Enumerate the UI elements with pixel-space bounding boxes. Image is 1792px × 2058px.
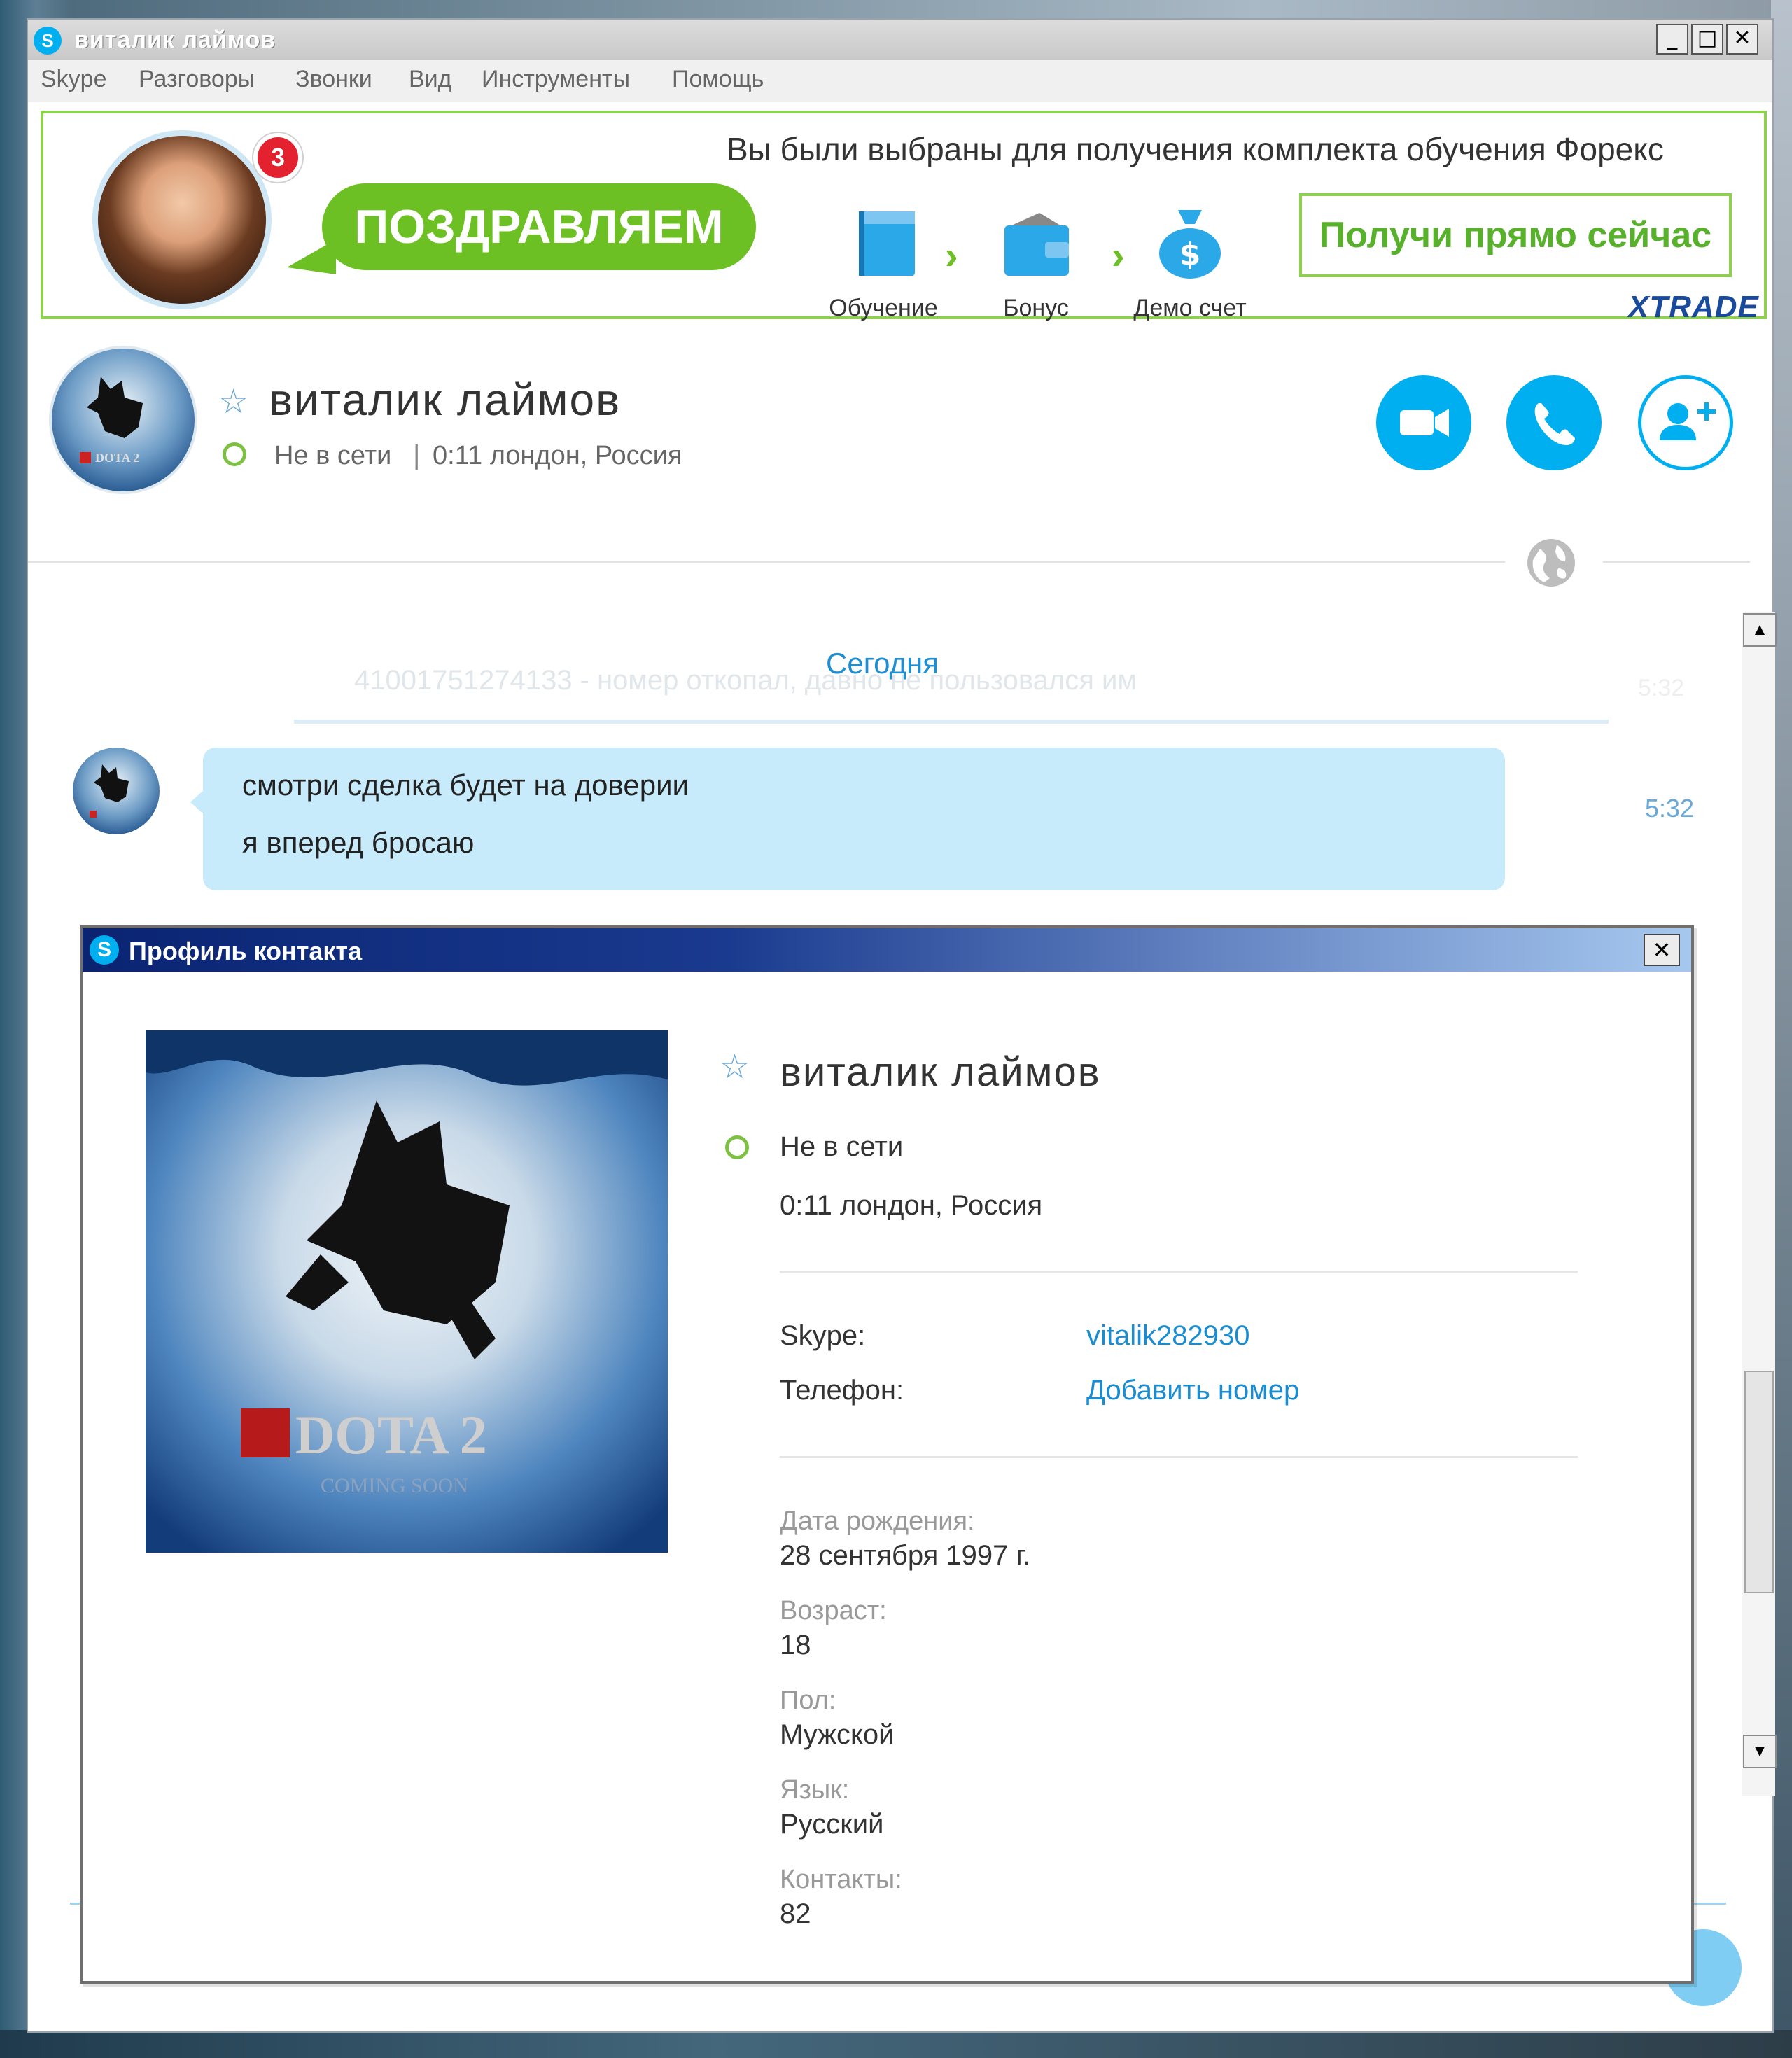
- menu-conversations[interactable]: Разговоры: [139, 66, 255, 93]
- contact-avatar[interactable]: DOTA 2: [52, 349, 195, 491]
- ad-step-bonus: Бонус: [966, 204, 1106, 322]
- menu-calls[interactable]: Звонки: [295, 66, 372, 93]
- ad-arrow-1: ›: [945, 233, 958, 277]
- menu-view[interactable]: Вид: [409, 66, 452, 93]
- language-value: Русский: [780, 1809, 884, 1840]
- scroll-up-button[interactable]: ▲: [1743, 613, 1777, 647]
- age-label: Возраст:: [780, 1596, 887, 1625]
- message-line-1: смотри сделка будет на доверии: [242, 769, 690, 802]
- age-value: 18: [780, 1630, 811, 1660]
- contacts-value: 82: [780, 1898, 811, 1929]
- phone-icon: [1534, 403, 1575, 445]
- faded-message-time: 5:32: [1638, 675, 1685, 701]
- message-bubble-tail: [190, 790, 204, 815]
- birthdate-value: 28 сентября 1997 г.: [780, 1540, 1031, 1571]
- svg-text:$: $: [1180, 237, 1201, 272]
- birthdate-label: Дата рождения:: [780, 1506, 975, 1536]
- profile-location: 0:11 лондон, Россия: [780, 1190, 1043, 1221]
- video-call-button[interactable]: [1376, 375, 1471, 470]
- menu-skype[interactable]: Skype: [41, 66, 107, 93]
- dota-small-avatar: [73, 748, 160, 834]
- title-bar[interactable]: S виталик лаймов _ □ ✕: [28, 20, 1772, 61]
- contact-status: Не в сети: [274, 441, 392, 470]
- message-time: 5:32: [1645, 794, 1695, 822]
- skype-dialog-icon: S: [90, 935, 119, 965]
- favorite-star-icon[interactable]: ☆: [218, 382, 248, 421]
- ad-woman-photo: [92, 130, 272, 309]
- add-contact-button[interactable]: [1638, 375, 1733, 470]
- gender-label: Пол:: [780, 1686, 836, 1715]
- dota-profile-image: DOTA 2 COMING SOON: [146, 1030, 668, 1553]
- profile-image-subtitle: COMING SOON: [321, 1474, 468, 1497]
- ad-notification-badge: 3: [253, 133, 302, 182]
- maximize-button[interactable]: □: [1691, 24, 1723, 55]
- dialog-title-bar[interactable]: S Профиль контакта ✕: [83, 928, 1691, 972]
- ad-headline: Вы были выбраны для получения комплекта …: [727, 131, 1664, 167]
- message-avatar[interactable]: [73, 748, 160, 834]
- contacts-label: Контакты:: [780, 1865, 902, 1894]
- message-line-2: я вперед бросаю: [242, 826, 475, 859]
- profile-name: виталик лаймов: [780, 1049, 1101, 1095]
- dialog-title: Профиль контакта: [129, 937, 363, 965]
- add-person-icon: [1660, 402, 1716, 440]
- header-divider-right: [1603, 561, 1750, 563]
- dota-avatar-image: DOTA 2: [52, 349, 195, 491]
- profile-favorite-star-icon[interactable]: ☆: [720, 1047, 750, 1086]
- book-icon: [859, 211, 915, 276]
- contact-name: виталик лаймов: [269, 374, 622, 425]
- faded-message-text: 41001751274133 - номер откопал, давно не…: [354, 665, 1137, 696]
- svg-text:DOTA 2: DOTA 2: [95, 451, 139, 465]
- profile-status-offline-icon: [725, 1135, 749, 1159]
- status-offline-icon: [223, 442, 246, 466]
- ad-brand-logo: XTRADE: [1628, 290, 1759, 324]
- faded-message: 41001751274133 - номер откопал, давно не…: [294, 650, 1609, 724]
- chat-scrollbar[interactable]: [1742, 612, 1775, 1796]
- window-title: виталик лаймов: [74, 27, 276, 53]
- ad-banner[interactable]: 3 ПОЗДРАВЛЯЕМ Вы были выбраны для получе…: [41, 111, 1767, 324]
- minimize-button[interactable]: _: [1656, 24, 1688, 55]
- skype-id-link[interactable]: vitalik282930: [1086, 1320, 1250, 1352]
- globe-icon[interactable]: [1525, 536, 1578, 589]
- contact-location: 0:11 лондон, Россия: [433, 441, 682, 470]
- status-separator: |: [413, 440, 421, 470]
- profile-photo: DOTA 2 COMING SOON: [146, 1030, 668, 1553]
- ad-step-training: Обучение: [813, 204, 953, 322]
- language-label: Язык:: [780, 1775, 850, 1805]
- ad-step-demo: $ Демо счет: [1120, 204, 1260, 322]
- skype-label: Skype:: [780, 1320, 866, 1351]
- dialog-close-button[interactable]: ✕: [1644, 934, 1680, 966]
- money-bag-icon: $: [1159, 210, 1221, 279]
- wallet-icon: [1004, 213, 1069, 276]
- scroll-thumb[interactable]: [1744, 1371, 1774, 1593]
- menu-tools[interactable]: Инструменты: [482, 66, 630, 93]
- header-divider: [28, 561, 1505, 563]
- menu-bar: Skype Разговоры Звонки Вид Инструменты П…: [28, 60, 1772, 102]
- add-phone-link[interactable]: Добавить номер: [1086, 1375, 1299, 1406]
- profile-divider-2: [780, 1456, 1578, 1458]
- profile-image-title: DOTA 2: [295, 1404, 487, 1465]
- gender-value: Мужской: [780, 1719, 895, 1750]
- date-separator: Сегодня: [826, 647, 939, 680]
- profile-divider-1: [780, 1271, 1578, 1273]
- profile-status: Не в сети: [780, 1131, 904, 1162]
- contact-profile-dialog: S Профиль контакта ✕ DOTA 2 COMING SOON: [80, 925, 1694, 1984]
- message-bubble[interactable]: смотри сделка будет на доверии я вперед …: [203, 748, 1505, 890]
- taskbar-strip: [0, 2030, 1792, 2058]
- ad-cta-button[interactable]: Получи прямо сейчас: [1299, 193, 1732, 277]
- scroll-down-button[interactable]: ▼: [1743, 1735, 1777, 1768]
- menu-help[interactable]: Помощь: [672, 66, 764, 93]
- close-button[interactable]: ✕: [1726, 24, 1758, 55]
- audio-call-button[interactable]: [1506, 375, 1602, 470]
- phone-label: Телефон:: [780, 1375, 904, 1406]
- video-camera-icon: [1400, 409, 1449, 437]
- ad-congrats-bubble: ПОЗДРАВЛЯЕМ: [322, 183, 756, 270]
- skype-app-icon: S: [34, 27, 62, 55]
